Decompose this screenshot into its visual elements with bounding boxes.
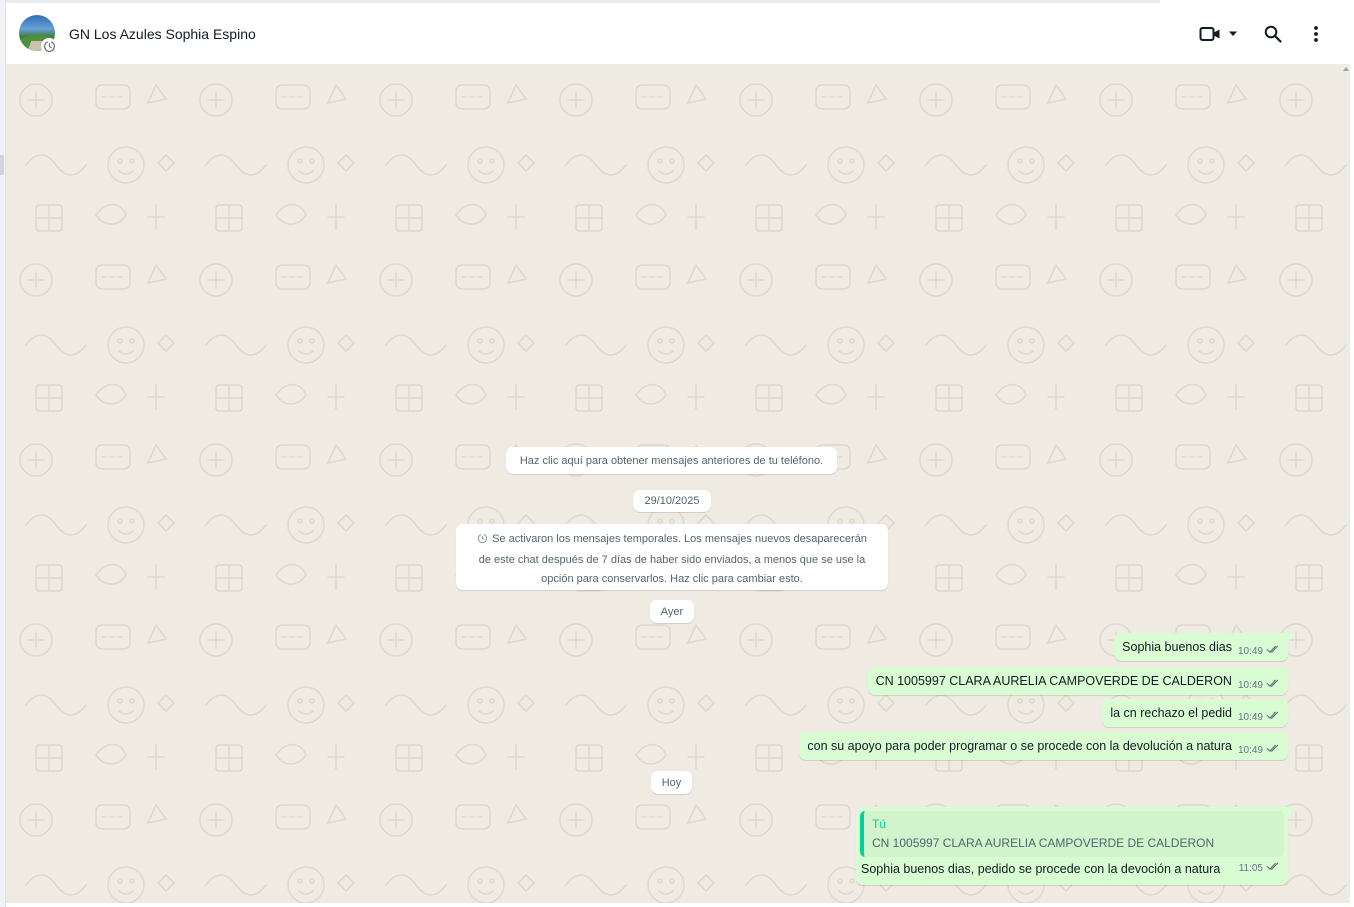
load-older-messages-button[interactable]: Haz clic aquí para obtener mensajes ante… bbox=[506, 447, 837, 474]
chat-conversation-panel[interactable]: Haz clic aquí para obtener mensajes ante… bbox=[6, 65, 1350, 903]
message-text: con su apoyo para poder programar o se p… bbox=[807, 739, 1232, 753]
double-check-icon bbox=[1266, 862, 1281, 874]
disappearing-messages-notice[interactable]: Se activaron los mensajes temporales. Lo… bbox=[456, 524, 888, 590]
scroll-up-arrow-icon[interactable] bbox=[1343, 67, 1349, 71]
double-check-icon bbox=[1266, 711, 1281, 723]
message-text: la cn rechazo el pedid bbox=[1110, 706, 1232, 720]
outgoing-reply-message[interactable]: Tú CN 1005997 CLARA AURELIA CAMPOVERDE D… bbox=[856, 807, 1295, 885]
search-icon[interactable] bbox=[1262, 22, 1284, 46]
notice-line: Se activaron los mensajes temporales. Lo… bbox=[456, 530, 888, 551]
chat-header: GN Los Azules Sophia Espino bbox=[6, 4, 1350, 65]
date-divider: Hoy bbox=[651, 771, 692, 794]
quoted-text: CN 1005997 CLARA AURELIA CAMPOVERDE DE C… bbox=[872, 836, 1215, 850]
message-time: 10:49 bbox=[1237, 646, 1263, 657]
double-check-icon bbox=[1266, 679, 1281, 691]
chevron-down-icon[interactable] bbox=[1227, 22, 1239, 46]
date-divider: 29/10/2025 bbox=[633, 490, 711, 512]
double-check-icon bbox=[1266, 645, 1281, 657]
timer-icon bbox=[41, 38, 57, 54]
timer-icon bbox=[477, 532, 488, 551]
outgoing-message[interactable]: la cn rechazo el pedid 10:49 bbox=[1102, 699, 1288, 727]
message-meta: 10:49 bbox=[1238, 645, 1281, 657]
load-older-label: Haz clic aquí para obtener mensajes ante… bbox=[519, 454, 824, 467]
message-meta: 11:05 bbox=[1239, 862, 1281, 874]
message-time: 10:49 bbox=[1237, 712, 1263, 723]
notice-text-3: opción para conservarlos. Haz clic para … bbox=[541, 573, 803, 585]
outgoing-message[interactable]: Sophia buenos dias 10:49 bbox=[1114, 633, 1295, 661]
message-meta: 10:49 bbox=[1238, 711, 1281, 723]
chat-scrollbar[interactable] bbox=[1342, 65, 1350, 903]
video-camera-icon[interactable] bbox=[1199, 22, 1221, 46]
message-time: 10:49 bbox=[1237, 680, 1263, 691]
message-meta: 10:49 bbox=[1238, 679, 1281, 691]
message-time: 11:05 bbox=[1238, 863, 1263, 874]
quoted-message[interactable]: Tú CN 1005997 CLARA AURELIA CAMPOVERDE D… bbox=[860, 811, 1284, 857]
date-label: Ayer bbox=[660, 605, 684, 618]
chat-title[interactable]: GN Los Azules Sophia Espino bbox=[69, 26, 256, 42]
message-time: 10:49 bbox=[1237, 745, 1263, 756]
date-label: 29/10/2025 bbox=[644, 495, 700, 507]
message-text: Sophia buenos dias bbox=[1122, 640, 1232, 654]
double-check-icon bbox=[1266, 744, 1281, 756]
more-vertical-icon[interactable] bbox=[1306, 22, 1326, 46]
message-meta: 10:49 bbox=[1238, 744, 1281, 756]
notice-text-1: Se activaron los mensajes temporales. Lo… bbox=[492, 533, 867, 545]
window-top-edge bbox=[0, 0, 1160, 3]
outgoing-message[interactable]: CN 1005997 CLARA AURELIA CAMPOVERDE DE C… bbox=[867, 667, 1288, 695]
quoted-author: Tú bbox=[872, 817, 887, 831]
message-text: Sophia buenos dias, pedido se procede co… bbox=[861, 862, 1221, 876]
notice-text-2: de este chat después de 7 días de haber … bbox=[478, 554, 866, 566]
panel-resize-handle[interactable] bbox=[0, 155, 4, 175]
message-text: CN 1005997 CLARA AURELIA CAMPOVERDE DE C… bbox=[875, 674, 1232, 688]
date-label: Hoy bbox=[661, 776, 682, 789]
outgoing-message[interactable]: con su apoyo para poder programar o se p… bbox=[799, 732, 1288, 760]
date-divider: Ayer bbox=[650, 600, 694, 623]
